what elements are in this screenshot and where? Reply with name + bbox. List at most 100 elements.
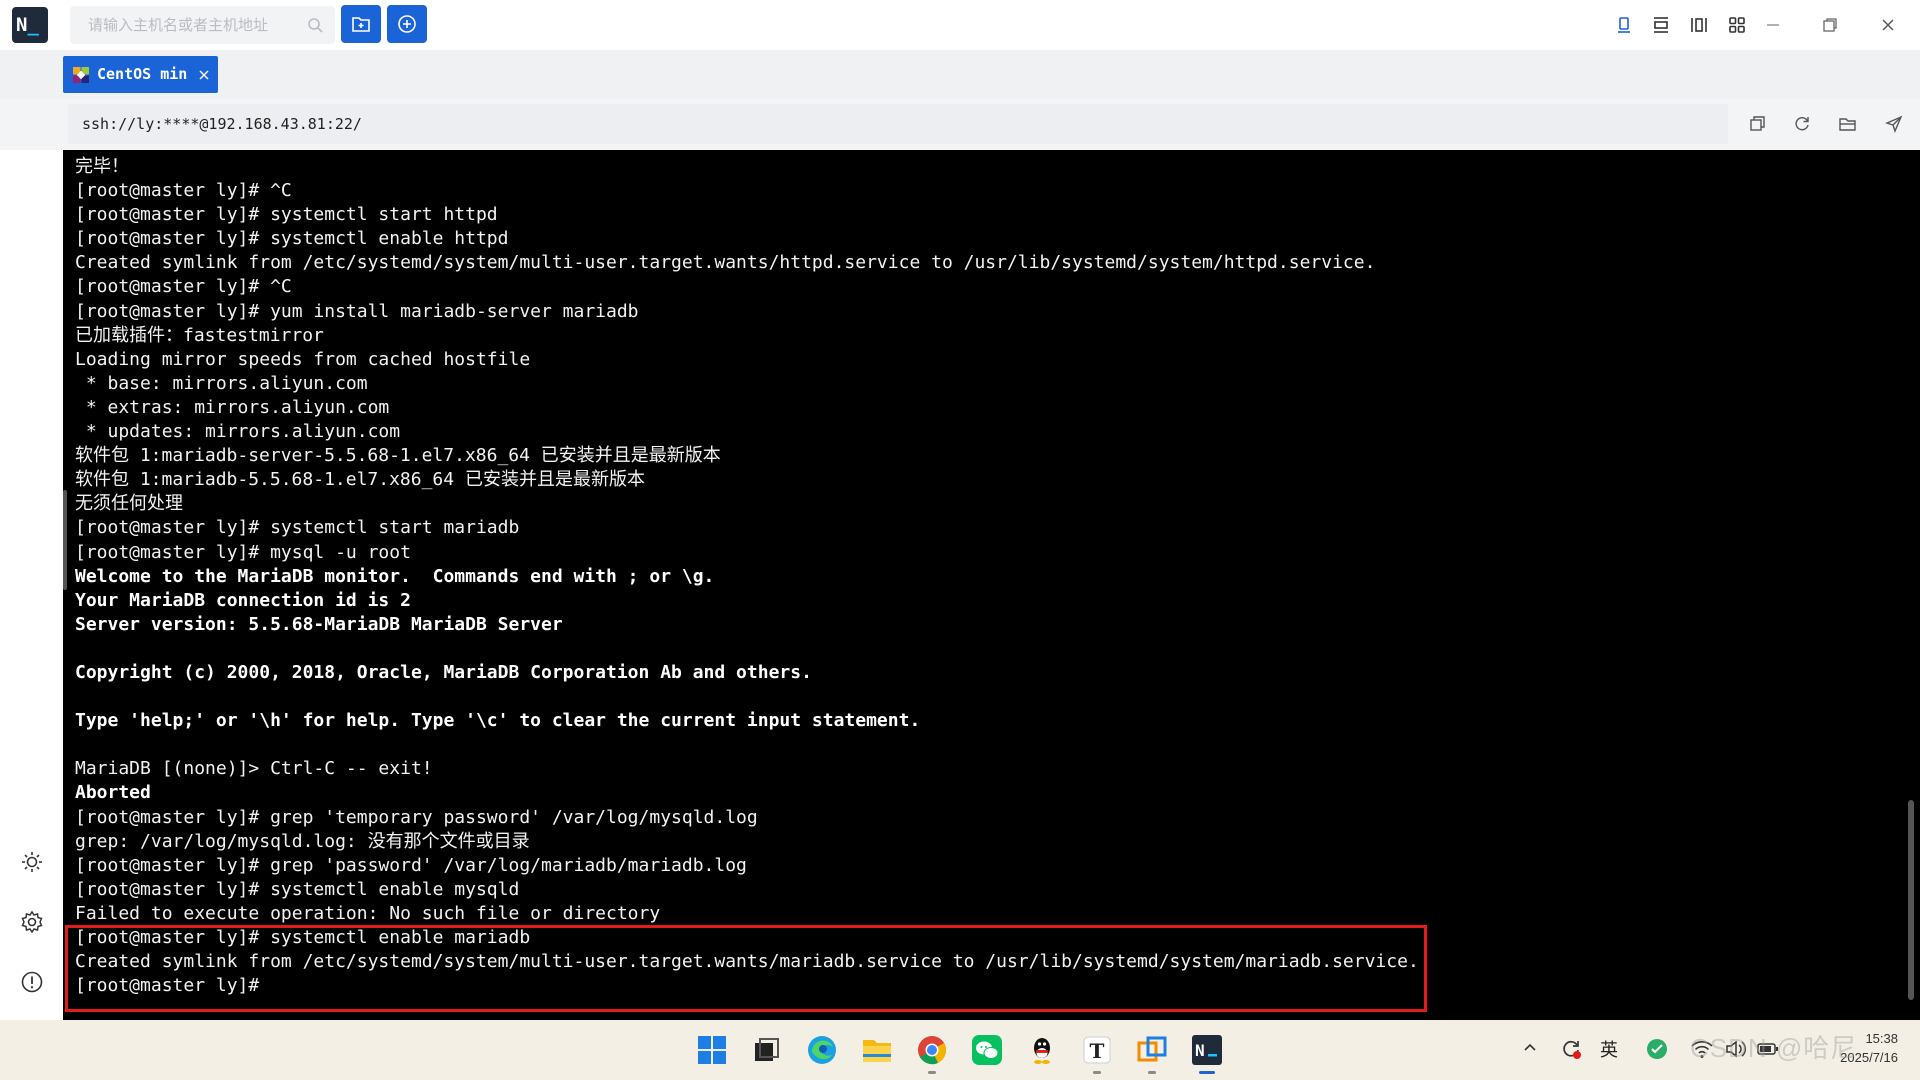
terminal-line: 软件包 1:mariadb-5.5.68-1.el7.x86_64 已安装并且是… (75, 469, 645, 491)
terminal-line: MariaDB [(none)]> Ctrl-C -- exit! (75, 758, 433, 780)
terminal-scrollbar[interactable] (1908, 800, 1914, 1000)
terminal-line: Server version: 5.5.68-MariaDB MariaDB S… (75, 613, 563, 635)
taskbar-terminal-app[interactable]: N (1189, 1032, 1225, 1074)
host-search (70, 6, 335, 44)
taskbar-wechat[interactable] (969, 1032, 1005, 1068)
close-icon (1882, 19, 1894, 31)
terminal-line: 无须任何处理 (75, 493, 183, 515)
view-columns-icon (1691, 18, 1707, 32)
terminal-line: 完毕！ (75, 156, 129, 177)
plus-circle-icon (398, 15, 416, 33)
settings-gear-icon[interactable] (18, 908, 46, 936)
taskbar-start[interactable] (694, 1032, 730, 1068)
chrome-icon (918, 1036, 947, 1065)
windows-taskbar: T N 英 15:38 2025/7/16 (0, 1020, 1920, 1080)
terminal-line: Failed to execute operation: No such fil… (75, 902, 661, 924)
wechat-pay-icon[interactable] (1646, 1038, 1670, 1062)
terminal-output: 完毕！ [root@master ly]# ^C [root@master ly]#… (75, 155, 1419, 998)
terminal-line: [root@master ly]# systemctl start httpd (75, 204, 498, 226)
view-single-button[interactable] (1611, 12, 1637, 38)
ssh-address-bar[interactable]: ssh://ly:****@192.168.43.81:22/ (68, 104, 1728, 144)
wechat-icon (972, 1035, 1002, 1065)
terminal-line: [root@master ly]# systemctl start mariad… (75, 517, 520, 539)
centos-icon (72, 66, 90, 89)
terminal-line: [root@master ly]# ^C (75, 180, 292, 202)
info-icon[interactable] (18, 968, 46, 996)
minimize-button[interactable] (1760, 12, 1786, 38)
terminal-line: * extras: mirrors.aliyun.com (75, 396, 390, 418)
host-search-input[interactable] (70, 6, 295, 44)
svg-text:T: T (1090, 1039, 1105, 1063)
refresh-icon[interactable] (1790, 112, 1814, 136)
maximize-button[interactable] (1817, 12, 1843, 38)
minimize-icon (1767, 24, 1779, 26)
terminal-line: 已加载插件：fastestmirror (75, 324, 324, 346)
terminal-screen[interactable]: 完毕！ [root@master ly]# ^C [root@master ly]#… (63, 150, 1920, 1020)
qq-icon (1034, 1038, 1050, 1064)
terminal-line: Aborted (75, 782, 151, 804)
terminal-line: Your MariaDB connection id is 2 (75, 589, 411, 611)
taskbar-chrome[interactable] (914, 1032, 950, 1074)
new-connection-button[interactable] (387, 5, 427, 43)
taskbar-edge[interactable] (804, 1032, 840, 1068)
svg-text:N: N (1195, 1041, 1205, 1060)
terminal-line: [root@master ly]# grep 'temporary passwo… (75, 806, 758, 828)
view-grid-button[interactable] (1724, 12, 1750, 38)
tab-label: CentOS min (97, 65, 188, 83)
active-indicator (1199, 1071, 1215, 1074)
copy-icon[interactable] (1745, 112, 1769, 136)
terminal-line: Created symlink from /etc/systemd/system… (75, 252, 1376, 274)
search-icon[interactable] (307, 17, 323, 38)
chevron-up-icon[interactable] (1520, 1038, 1544, 1062)
theme-sun-icon[interactable] (18, 848, 46, 876)
folder-add-icon (352, 17, 370, 32)
restore-icon (1823, 18, 1837, 32)
terminal-line: 软件包 1:mariadb-server-5.5.68-1.el7.x86_64… (75, 445, 721, 467)
taskbar-file-explorer[interactable] (859, 1032, 895, 1068)
running-indicator (1148, 1071, 1156, 1074)
folder-open-icon[interactable] (1836, 112, 1860, 136)
view-columns-button[interactable] (1686, 12, 1712, 38)
watermark: CSDN @哈尼 (1690, 1033, 1858, 1063)
highlight-box (65, 925, 1427, 1012)
terminal-line: [root@master ly]# ^C (75, 276, 292, 298)
taskbar-typora[interactable]: T (1079, 1032, 1115, 1074)
terminal-app-icon: N (1192, 1035, 1222, 1065)
view-rows-icon (1654, 17, 1668, 33)
view-single-icon (1618, 17, 1630, 33)
terminal-line: [root@master ly]# mysql -u root (75, 541, 411, 563)
vmware-icon (1137, 1036, 1167, 1062)
terminal-line: [root@master ly]# grep 'password' /var/l… (75, 854, 747, 876)
view-rows-button[interactable] (1648, 12, 1674, 38)
terminal-line: [root@master ly]# systemctl enable mysql… (75, 878, 520, 900)
ssh-address: ssh://ly:****@192.168.43.81:22/ (82, 115, 362, 133)
tab-centos-min[interactable]: CentOS min (63, 56, 218, 93)
left-scroll-indicator (63, 490, 67, 590)
sync-icon[interactable] (1560, 1038, 1584, 1062)
app-logo[interactable]: N_ (12, 7, 48, 43)
close-window-button[interactable] (1875, 12, 1901, 38)
input-language[interactable]: 英 (1600, 1036, 1618, 1062)
terminal-line: [root@master ly]# systemctl enable httpd (75, 228, 509, 250)
running-indicator (928, 1071, 936, 1074)
windows-start-icon (698, 1036, 726, 1064)
running-indicator (1093, 1071, 1101, 1074)
session-tab-strip: CentOS min (0, 50, 1920, 99)
terminal-line: Loading mirror speeds from cached hostfi… (75, 348, 531, 370)
terminal-line: * base: mirrors.aliyun.com (75, 372, 368, 394)
terminal-line: grep: /var/log/mysqld.log: 没有那个文件或目录 (75, 830, 530, 852)
left-sidebar (0, 150, 63, 1020)
taskbar-qq[interactable] (1024, 1032, 1060, 1068)
task-view-icon (755, 1038, 779, 1061)
app-titlebar: N_ (0, 0, 1920, 50)
taskbar-vmware[interactable] (1134, 1032, 1170, 1074)
taskbar-task-view[interactable] (749, 1032, 785, 1068)
send-icon[interactable] (1882, 112, 1906, 136)
close-icon[interactable] (198, 68, 210, 86)
terminal-line: * updates: mirrors.aliyun.com (75, 421, 401, 443)
terminal-line: Welcome to the MariaDB monitor. Commands… (75, 565, 715, 587)
file-explorer-icon (863, 1040, 891, 1062)
new-folder-button[interactable] (341, 5, 381, 43)
